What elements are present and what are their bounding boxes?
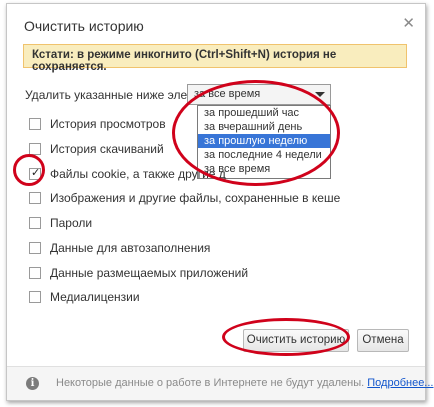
chevron-down-icon bbox=[315, 92, 325, 97]
media-licenses-checkbox[interactable] bbox=[29, 291, 41, 303]
time-period-selected: за все время bbox=[194, 88, 261, 100]
dialog-title: Очистить историю bbox=[24, 18, 144, 34]
hosted-app-data-checkbox[interactable] bbox=[29, 267, 41, 279]
incognito-notice: Кстати: в режиме инкогнито (Ctrl+Shift+N… bbox=[23, 44, 407, 73]
period-option-hour[interactable]: за прошедший час bbox=[198, 106, 330, 120]
time-period-select[interactable]: за все время bbox=[187, 84, 331, 105]
footer-message: Некоторые данные о работе в Интернете не… bbox=[56, 377, 365, 389]
period-option-week[interactable]: за прошлую неделю bbox=[198, 134, 330, 148]
learn-more-link[interactable]: Подробнее... bbox=[367, 377, 433, 389]
period-option-day[interactable]: за вчерашний день bbox=[198, 120, 330, 134]
media-licenses-label: Медиалицензии bbox=[50, 290, 140, 304]
cookies-label: Файлы cookie, а также другие д bbox=[50, 167, 226, 181]
browsing-history-label: История просмотров bbox=[50, 117, 166, 131]
autofill-label: Данные для автозаполнения bbox=[50, 241, 211, 255]
dialog-footer: i Некоторые данные о работе в Интернете … bbox=[7, 366, 433, 400]
info-icon: i bbox=[26, 377, 39, 390]
download-history-checkbox[interactable] bbox=[29, 143, 41, 155]
cookies-checkbox[interactable] bbox=[29, 166, 41, 180]
close-icon[interactable]: ✕ bbox=[402, 14, 415, 32]
browsing-history-checkbox[interactable] bbox=[29, 118, 41, 130]
passwords-checkbox[interactable] bbox=[29, 217, 41, 229]
autofill-checkbox[interactable] bbox=[29, 242, 41, 254]
hosted-app-data-label: Данные размещаемых приложений bbox=[50, 266, 249, 280]
cached-images-checkbox[interactable] bbox=[29, 192, 41, 204]
download-history-label: История скачиваний bbox=[50, 142, 164, 156]
period-option-4-weeks[interactable]: за последние 4 недели bbox=[198, 148, 330, 162]
clear-history-button[interactable]: Очистить историю bbox=[243, 329, 349, 352]
clear-history-dialog: Очистить историю ✕ Кстати: в режиме инко… bbox=[6, 3, 433, 401]
footer-text: Некоторые данные о работе в Интернете не… bbox=[56, 377, 433, 389]
cached-images-label: Изображения и другие файлы, сохраненные … bbox=[50, 191, 341, 205]
cancel-button[interactable]: Отмена bbox=[357, 329, 409, 352]
passwords-label: Пароли bbox=[50, 216, 93, 230]
